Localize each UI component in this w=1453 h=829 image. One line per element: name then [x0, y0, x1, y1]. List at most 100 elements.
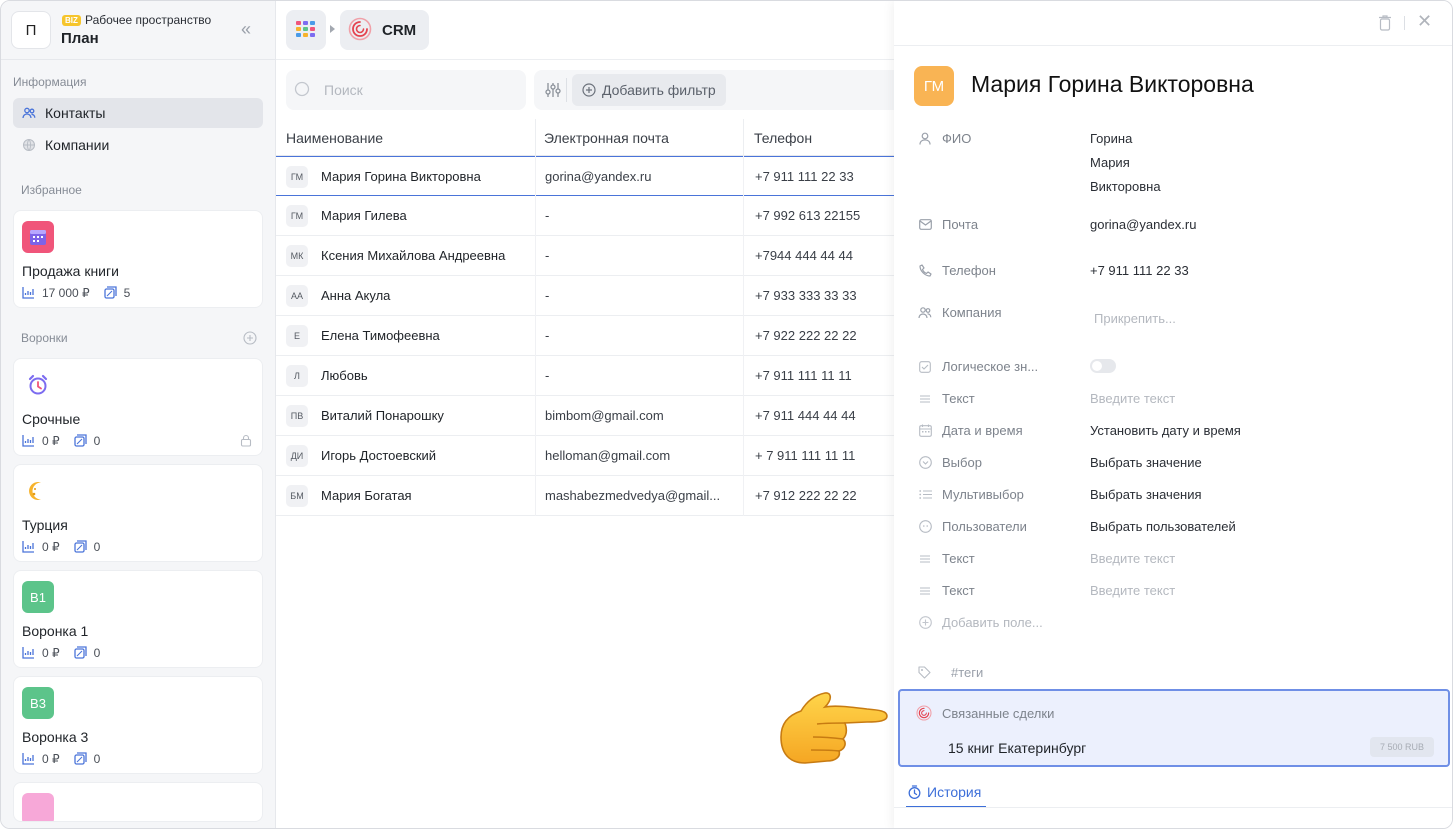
funnel-card-funnel-1[interactable]: В1 Воронка 1 0 ₽ 0 — [13, 570, 263, 668]
funnel-stats: 17 000 ₽ 5 — [22, 286, 130, 300]
row-phone: + 7 911 111 11 11 — [755, 448, 856, 463]
column-header-email[interactable]: Электронная почта — [544, 130, 669, 146]
add-filter-label: Добавить фильтр — [602, 82, 716, 98]
table-row[interactable]: БМ Мария Богатая mashabezmedvedya@gmail...… — [276, 476, 896, 516]
funnel-count: 0 — [93, 646, 101, 660]
text-lines-icon — [918, 584, 932, 598]
funnel-count: 0 — [93, 540, 101, 554]
workspace-avatar[interactable]: П — [11, 11, 51, 49]
boolean-toggle[interactable] — [1090, 359, 1116, 373]
stopwatch-icon — [908, 785, 921, 799]
row-phone: +7 933 333 33 33 — [755, 288, 857, 303]
breadcrumb-crm[interactable]: CRM — [340, 10, 429, 50]
related-deals-header: Связанные сделки — [916, 705, 1054, 721]
workspace-header[interactable]: П BIZ Рабочее пространство План « — [11, 11, 266, 51]
row-name: Мария Горина Викторовна — [321, 169, 481, 184]
row-phone: +7 911 444 44 44 — [755, 408, 856, 423]
column-resizer[interactable] — [535, 119, 536, 156]
workspace-title: План — [61, 30, 99, 47]
related-deals-section: Связанные сделки 15 книг Екатеринбург 7 … — [898, 689, 1450, 767]
funnel-card-book-sales[interactable]: Продажа книги 17 000 ₽ 5 — [13, 210, 263, 308]
column-header-name[interactable]: Наименование — [286, 130, 383, 146]
table-row[interactable]: ДИ Игорь Достоевский helloman@gmail.com + 7… — [276, 436, 896, 476]
sidebar-item-label: Контакты — [45, 105, 106, 121]
attach-company-link[interactable]: Прикрепить... — [1094, 311, 1176, 326]
table-row[interactable]: ПВ Виталий Понарошку bimbom@gmail.com +7 91… — [276, 396, 896, 436]
funnel-stats: 0 ₽ 0 — [22, 752, 100, 766]
text-lines-icon — [918, 392, 932, 406]
deal-amount-badge: 7 500 RUB — [1369, 737, 1434, 757]
divider — [1, 59, 276, 60]
funnel-amount: 17 000 ₽ — [42, 286, 90, 300]
funnel-card-urgent[interactable]: Срочные 0 ₽ 0 — [13, 358, 263, 456]
table-row[interactable]: МК Ксения Михайлова Андреевна - +7944 444 4… — [276, 236, 896, 276]
row-phone: +7 922 222 22 22 — [755, 328, 857, 343]
table-row[interactable]: Л Любовь - +7 911 111 11 11 — [276, 356, 896, 396]
tags-field[interactable]: #теги — [918, 665, 983, 680]
fio-middle-name[interactable]: Викторовна — [1090, 179, 1161, 194]
chart-icon — [22, 286, 36, 300]
fio-last-name[interactable]: Горина — [1090, 131, 1132, 146]
field-label-text: ФИО — [942, 131, 972, 146]
funnel-stats: 0 ₽ 0 — [22, 646, 100, 660]
deals-icon — [74, 434, 88, 448]
panel-toolbar: ✕ — [894, 1, 1452, 46]
apps-grid-button[interactable] — [286, 10, 326, 50]
add-filter-button[interactable]: Добавить фильтр — [572, 74, 726, 106]
field-label-email: Почта — [918, 217, 978, 232]
close-icon[interactable]: ✕ — [1417, 12, 1432, 30]
choose-value-link[interactable]: Выбрать значение — [1090, 455, 1202, 470]
column-divider — [743, 156, 744, 516]
tab-history[interactable]: История — [908, 777, 981, 807]
text-field-3[interactable]: Введите текст — [1090, 583, 1175, 598]
text-field-2[interactable]: Введите текст — [1090, 551, 1175, 566]
trash-icon[interactable] — [1378, 14, 1392, 34]
deals-icon — [74, 540, 88, 554]
choose-users-link[interactable]: Выбрать пользователей — [1090, 519, 1236, 534]
table-row[interactable]: ГМ Мария Гилева - +7 992 613 22155 — [276, 196, 896, 236]
collapse-sidebar-icon[interactable]: « — [241, 20, 251, 38]
calendar-icon — [22, 221, 54, 253]
text-field-1[interactable]: Введите текст — [1090, 391, 1175, 406]
funnel-amount: 0 ₽ — [42, 752, 60, 766]
sliders-icon[interactable] — [544, 81, 562, 102]
column-resizer[interactable] — [743, 119, 744, 156]
divider — [276, 59, 896, 60]
funnel-card-turkey[interactable]: Турция 0 ₽ 0 — [13, 464, 263, 562]
crescent-moon-icon — [22, 475, 54, 507]
add-funnel-icon[interactable] — [243, 331, 257, 348]
sidebar-item-companies[interactable]: Компании — [13, 130, 263, 160]
deals-icon — [104, 286, 118, 300]
funnel-count: 0 — [93, 434, 101, 448]
column-header-phone[interactable]: Телефон — [754, 130, 812, 146]
row-phone: +7944 444 44 44 — [755, 248, 853, 263]
contact-name[interactable]: Мария Горина Викторовна — [971, 71, 1254, 98]
field-label-boolean: Логическое зн... — [918, 359, 1038, 374]
email-value[interactable]: gorina@yandex.ru — [1090, 217, 1196, 232]
table-row[interactable]: Е Елена Тимофеевна - +7 922 222 22 22 — [276, 316, 896, 356]
funnel-title: Турция — [22, 517, 68, 533]
phone-value[interactable]: +7 911 111 22 33 — [1090, 263, 1189, 278]
table-row[interactable]: ГМ Мария Горина Викторовна gorina@yandex.r… — [276, 156, 896, 196]
add-field-button[interactable]: Добавить поле... — [918, 615, 1043, 630]
row-email: - — [545, 208, 550, 223]
row-avatar: МК — [286, 245, 308, 267]
funnel-card-funnel-3[interactable]: В3 Воронка 3 0 ₽ 0 — [13, 676, 263, 774]
set-datetime-link[interactable]: Установить дату и время — [1090, 423, 1241, 438]
plus-circle-icon — [918, 616, 932, 630]
search-icon — [294, 81, 310, 100]
field-label-text: Телефон — [942, 263, 996, 278]
choose-values-link[interactable]: Выбрать значения — [1090, 487, 1202, 502]
table-row[interactable]: АА Анна Акула - +7 933 333 33 33 — [276, 276, 896, 316]
biz-badge: BIZ — [62, 15, 81, 26]
divider — [1404, 16, 1405, 30]
related-deal-link[interactable]: 15 книг Екатеринбург — [948, 740, 1086, 756]
row-email: mashabezmedvedya@gmail... — [545, 488, 721, 503]
search-field[interactable]: Поиск — [286, 70, 526, 110]
fio-first-name[interactable]: Мария — [1090, 155, 1130, 170]
people-icon — [918, 306, 932, 320]
add-field-label: Добавить поле... — [942, 615, 1043, 630]
sidebar-item-contacts[interactable]: Контакты — [13, 98, 263, 128]
funnel-card-partial[interactable] — [13, 782, 263, 822]
contact-avatar[interactable]: ГМ — [914, 66, 954, 106]
